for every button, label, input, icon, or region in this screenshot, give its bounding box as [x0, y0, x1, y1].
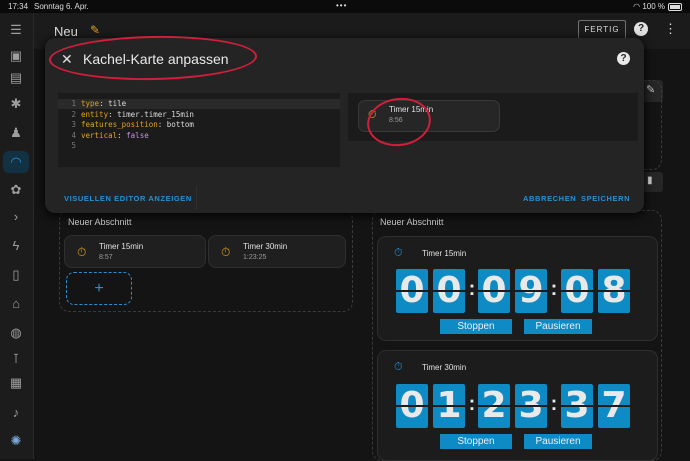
thermometer-icon[interactable]: ⊺	[8, 351, 24, 367]
lightning-icon[interactable]: ϟ	[8, 238, 24, 254]
menu-icon[interactable]: ☰	[8, 22, 24, 38]
timer-icon: ⏱	[221, 245, 231, 259]
digit: 0	[561, 269, 593, 313]
code-line: vertical: false	[81, 130, 149, 140]
bell-icon[interactable]: ♪	[8, 405, 24, 421]
chevron-right-icon[interactable]: ›	[8, 209, 24, 225]
digit: 1	[433, 384, 465, 428]
timer-icon: ⏱	[77, 245, 87, 259]
section-title: Neuer Abschnitt	[68, 217, 132, 227]
avatar-icon[interactable]: ✺	[8, 433, 24, 449]
status-bar: 17:34 Sonntag 6. Apr. ••• ◠ 100 %	[0, 0, 690, 13]
timer-name: Timer 15min	[422, 249, 467, 258]
timer-card[interactable]: ⏱ Timer 15min 0 0 : 0 9 : 0 8 Stoppen Pa…	[377, 236, 658, 341]
colon: :	[468, 393, 476, 415]
colon: :	[550, 278, 558, 300]
multitask-dots: •••	[336, 1, 348, 10]
digit: 7	[598, 384, 630, 428]
digit: 0	[433, 269, 465, 313]
section-title: Neuer Abschnitt	[380, 217, 444, 227]
remote-icon[interactable]: ▯	[8, 267, 24, 283]
digit: 3	[515, 384, 547, 428]
code-line: type: tile	[81, 99, 127, 108]
person-card-icon[interactable]: ▣	[8, 48, 24, 64]
tile-card[interactable]: ⏱ Timer 15min 8:57	[64, 235, 206, 268]
colon: :	[468, 278, 476, 300]
edit-card-dialog: ✕ Kachel-Karte anpassen ? 12345 type: ti…	[45, 34, 644, 213]
done-button[interactable]: FERTIG	[578, 20, 626, 40]
tile-value: 8:57	[99, 254, 113, 261]
colon: :	[550, 393, 558, 415]
code-line: entity: timer.timer_15min	[81, 109, 194, 119]
yaml-editor[interactable]: 12345 type: tile entity: timer.timer_15mi…	[58, 93, 340, 167]
digit: 0	[396, 384, 428, 428]
timer-card[interactable]: ⏱ Timer 30min 0 1 : 2 3 : 3 7 Stoppen Pa…	[377, 350, 658, 461]
timer-icon: ⏱	[394, 361, 403, 373]
tile-name: Timer 15min	[99, 242, 144, 251]
home-network-icon[interactable]: ⌂	[8, 296, 24, 312]
digit: 0	[396, 269, 428, 313]
code-line: features_position: bottom	[81, 120, 194, 129]
pencil-icon[interactable]: ✎	[90, 23, 100, 37]
tile-card[interactable]: ⏱ Timer 30min 1:23:25	[208, 235, 346, 268]
hub-icon[interactable]: ✱	[8, 96, 24, 112]
line-numbers: 12345	[71, 99, 76, 150]
sidebar: ☰ ▣ ▤ ✱ ♟ ◠ ✿ › ϟ ▯ ⌂ ◍ ⊺ ▦ ♪ ✺	[0, 13, 34, 459]
stop-button[interactable]: Stoppen	[440, 434, 512, 449]
tile-name: Timer 30min	[243, 242, 288, 251]
flower-icon[interactable]: ✿	[8, 182, 24, 198]
digit: 9	[515, 269, 547, 313]
globe-icon[interactable]: ◍	[8, 325, 24, 341]
digit: 3	[561, 384, 593, 428]
stop-button[interactable]: Stoppen	[440, 319, 512, 334]
account-box-icon[interactable]: ▤	[8, 70, 24, 86]
divider	[196, 186, 197, 210]
status-date: Sonntag 6. Apr.	[34, 2, 89, 11]
help-icon[interactable]: ?	[617, 52, 630, 65]
pause-button[interactable]: Pausieren	[524, 434, 592, 449]
wifi-icon: ◠	[633, 2, 643, 11]
code-lines: type: tile entity: timer.timer_15min featu…	[81, 99, 194, 141]
help-icon[interactable]: ?	[634, 22, 648, 36]
digit: 2	[478, 384, 510, 428]
battery-icon	[668, 2, 682, 11]
battery-text: 100 %	[642, 2, 665, 11]
pause-button[interactable]: Pausieren	[524, 319, 592, 334]
timer-name: Timer 30min	[422, 363, 467, 372]
tile-value: 1:23:25	[243, 254, 267, 261]
gauge-icon[interactable]: ◠	[8, 154, 24, 170]
digit: 8	[598, 269, 630, 313]
status-time: 17:34	[8, 2, 29, 11]
dashboard-title: Neu	[54, 24, 78, 39]
cancel-button[interactable]: ABBRECHEN	[523, 194, 576, 203]
trash-icon: ▮	[647, 175, 653, 186]
status-right: ◠ 100 %	[633, 2, 682, 11]
more-vert-icon[interactable]: ⋮	[664, 21, 677, 37]
timer-icon: ⏱	[394, 247, 403, 259]
person-wrench-icon[interactable]: ♟	[8, 125, 24, 141]
annotation-circle	[48, 34, 258, 82]
save-button[interactable]: SPEICHERN	[581, 194, 630, 203]
dashboard-icon[interactable]: ▦	[8, 375, 24, 391]
visual-editor-button[interactable]: VISUELLEN EDITOR ANZEIGEN	[64, 194, 192, 203]
add-card-button[interactable]: +	[66, 272, 132, 305]
digit: 0	[478, 269, 510, 313]
